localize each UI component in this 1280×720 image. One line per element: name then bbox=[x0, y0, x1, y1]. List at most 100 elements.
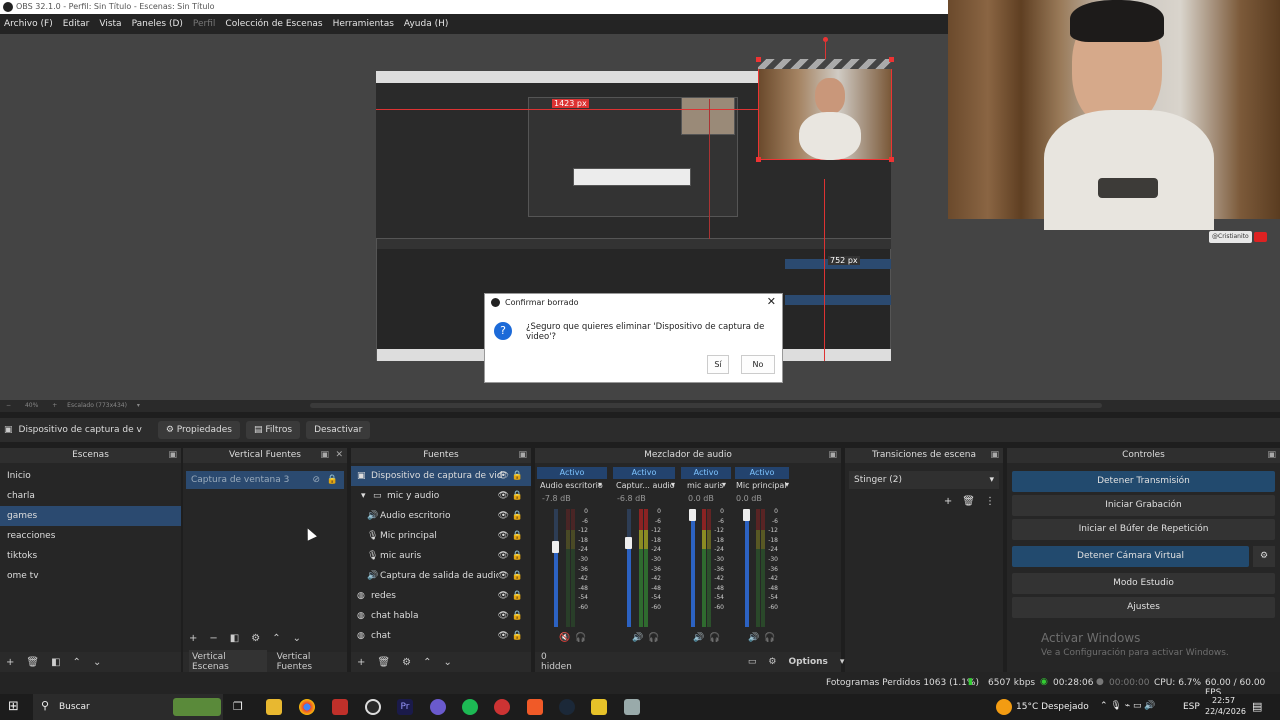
lock-icon[interactable]: 🔒 bbox=[512, 566, 523, 586]
undock-icon[interactable]: ▣ bbox=[990, 448, 999, 463]
weather-text[interactable]: 15°C Despejado bbox=[1016, 702, 1089, 712]
stop-streaming-button[interactable]: Detener Transmisión bbox=[1012, 471, 1275, 492]
eye-icon[interactable]: 👁 bbox=[498, 466, 509, 486]
options-button[interactable]: Options bbox=[788, 657, 827, 667]
add-icon[interactable]: + bbox=[944, 496, 952, 507]
speaker-icon[interactable]: 🔊 bbox=[693, 633, 704, 643]
brave-icon[interactable] bbox=[527, 699, 543, 715]
gear-icon[interactable]: ⚙ bbox=[768, 657, 776, 667]
lock-icon[interactable]: 🔒 bbox=[327, 471, 338, 489]
channel-name[interactable]: Captur... audio bbox=[616, 481, 675, 490]
yes-button[interactable]: Sí bbox=[707, 355, 729, 374]
chevron-down-icon[interactable]: ▾ bbox=[671, 480, 675, 489]
scene-item[interactable]: charla bbox=[0, 486, 181, 506]
replay-buffer-button[interactable]: Iniciar el Búfer de Repetición bbox=[1012, 519, 1275, 540]
preview-scrollbar[interactable] bbox=[310, 403, 1102, 408]
down-icon[interactable]: ⌄ bbox=[293, 633, 301, 644]
app-icon[interactable] bbox=[591, 699, 607, 715]
menu-ayuda[interactable]: Ayuda (H) bbox=[404, 19, 448, 29]
volume-fader[interactable] bbox=[625, 537, 632, 549]
eye-icon[interactable]: 👁 bbox=[498, 626, 509, 646]
volume-fader[interactable] bbox=[552, 541, 559, 553]
eye-icon[interactable]: 👁 bbox=[498, 586, 509, 606]
source-item-selected[interactable]: Dispositivo de captura de vid ▣ 👁 🔒 bbox=[351, 466, 531, 486]
volume-slider[interactable] bbox=[691, 509, 695, 627]
volume-slider[interactable] bbox=[554, 509, 558, 627]
trash-icon[interactable]: 🗑 bbox=[26, 657, 39, 668]
lock-icon[interactable]: 🔒 bbox=[512, 506, 523, 526]
windows-start-icon[interactable]: ⊞ bbox=[8, 699, 19, 714]
menu-editar[interactable]: Editar bbox=[63, 19, 90, 29]
menu-coleccion[interactable]: Colección de Escenas bbox=[225, 19, 322, 29]
trash-icon[interactable]: 🗑 bbox=[962, 496, 975, 507]
eye-icon[interactable]: 👁 bbox=[498, 606, 509, 626]
source-item[interactable]: 🔊 Captura de salida de audio 👁 🔒 bbox=[351, 566, 531, 586]
eye-icon[interactable]: 👁 bbox=[498, 506, 509, 526]
tab-vertical-fuentes[interactable]: Vertical Fuentes bbox=[277, 652, 347, 672]
zoom-in-icon[interactable]: + bbox=[52, 402, 57, 409]
add-icon[interactable]: + bbox=[6, 657, 14, 668]
chevron-down-icon[interactable]: ▾ bbox=[840, 657, 845, 667]
down-icon[interactable]: ⌄ bbox=[93, 657, 101, 668]
studio-mode-button[interactable]: Modo Estudio bbox=[1012, 573, 1275, 594]
volume-slider[interactable] bbox=[627, 509, 631, 627]
transition-select[interactable]: Stinger (2) ▾ bbox=[849, 471, 999, 489]
lock-icon[interactable]: 🔒 bbox=[512, 526, 523, 546]
scene-item[interactable]: tiktoks bbox=[0, 546, 181, 566]
settings-button[interactable]: Ajustes bbox=[1012, 597, 1275, 618]
chevron-down-icon[interactable]: ▾ bbox=[361, 486, 366, 506]
source-item[interactable]: 🔊 Audio escritorio 👁 🔒 bbox=[351, 506, 531, 526]
menu-archivo[interactable]: Archivo (F) bbox=[4, 19, 53, 29]
channel-name[interactable]: Audio escritorio bbox=[540, 481, 603, 490]
add-icon[interactable]: + bbox=[357, 657, 365, 668]
gear-icon[interactable]: ⚙ bbox=[402, 657, 411, 668]
search-box[interactable]: ⚲ Buscar bbox=[33, 694, 223, 720]
source-item[interactable]: ◍ chat habla 👁 🔒 bbox=[351, 606, 531, 626]
undock-icon[interactable]: ▣ bbox=[1267, 448, 1276, 463]
chevron-down-icon[interactable]: ▾ bbox=[137, 402, 140, 409]
chevron-down-icon[interactable]: ▾ bbox=[598, 480, 602, 489]
gear-icon[interactable]: ⚙ bbox=[251, 633, 260, 644]
resize-handle[interactable] bbox=[889, 57, 894, 62]
remove-icon[interactable]: − bbox=[209, 633, 217, 644]
speaker-icon[interactable]: 🔊 bbox=[748, 633, 759, 643]
undock-icon[interactable]: ▣ bbox=[320, 448, 329, 463]
clock-time[interactable]: 22:57 bbox=[1212, 696, 1235, 705]
stop-virtual-camera-button[interactable]: Detener Cámara Virtual bbox=[1012, 546, 1249, 567]
lock-icon[interactable]: 🔒 bbox=[512, 586, 523, 606]
language[interactable]: ESP bbox=[1183, 702, 1200, 712]
source-item[interactable]: ◍ redes 👁 🔒 bbox=[351, 586, 531, 606]
undock-icon[interactable]: ▣ bbox=[168, 448, 177, 463]
close-icon[interactable]: ✕ bbox=[767, 295, 776, 308]
clock-date[interactable]: 22/4/2026 bbox=[1205, 707, 1246, 716]
volume-fader[interactable] bbox=[689, 509, 696, 521]
premiere-icon[interactable]: Pr bbox=[397, 699, 413, 715]
resize-handle[interactable] bbox=[756, 57, 761, 62]
eye-icon[interactable]: 👁 bbox=[498, 526, 509, 546]
lock-icon[interactable]: 🔒 bbox=[512, 626, 523, 646]
menu-vista[interactable]: Vista bbox=[99, 19, 121, 29]
zoom-out-icon[interactable]: − bbox=[6, 402, 11, 409]
lock-icon[interactable]: 🔒 bbox=[512, 466, 523, 486]
spotify-icon[interactable] bbox=[462, 699, 478, 715]
filter-icon[interactable]: ◧ bbox=[51, 657, 60, 668]
app-icon[interactable] bbox=[332, 699, 348, 715]
no-button[interactable]: No bbox=[741, 355, 775, 374]
properties-button[interactable]: ⚙ Propiedades bbox=[157, 421, 240, 439]
source-group[interactable]: ▾ ▭ mic y audio 👁 🔒 bbox=[351, 486, 531, 506]
close-icon[interactable]: ✕ bbox=[335, 448, 343, 463]
volume-slider[interactable] bbox=[745, 509, 749, 627]
chevron-down-icon[interactable]: ▾ bbox=[785, 480, 789, 489]
notification-icon[interactable]: ▤ bbox=[1252, 700, 1262, 713]
obs-icon[interactable] bbox=[365, 699, 381, 715]
filter-icon[interactable]: ◧ bbox=[230, 633, 239, 644]
filters-button[interactable]: ▤ Filtros bbox=[245, 421, 301, 439]
app-icon[interactable] bbox=[624, 699, 640, 715]
scene-item[interactable]: reacciones bbox=[0, 526, 181, 546]
undock-icon[interactable]: ▣ bbox=[518, 448, 527, 463]
headphones-icon[interactable]: 🎧 bbox=[709, 633, 720, 643]
lock-icon[interactable]: 🔒 bbox=[512, 486, 523, 506]
trash-icon[interactable]: 🗑 bbox=[377, 657, 390, 668]
scene-item[interactable]: ome tv bbox=[0, 566, 181, 586]
volume-fader[interactable] bbox=[743, 509, 750, 521]
